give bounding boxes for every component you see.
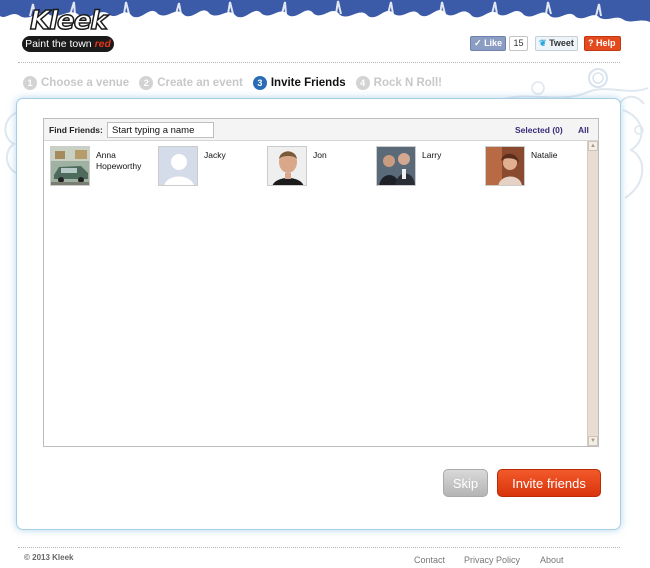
step-rock-n-roll[interactable]: 4 Rock N Roll! [355, 76, 443, 90]
friend-photo-two-men [376, 146, 416, 186]
step-number: 4 [355, 76, 370, 90]
friend-name: Jon [313, 150, 327, 160]
question-icon: ? [588, 38, 594, 48]
footer-link-contact[interactable]: Contact [414, 555, 445, 565]
friend-item-jacky[interactable]: Jacky [158, 146, 266, 188]
friend-item-natalie[interactable]: Natalie [485, 146, 593, 188]
kleek-logo[interactable]: Kleek Paint the town red [20, 5, 116, 54]
friend-picker-header: Find Friends: Selected (0) All [44, 119, 598, 141]
all-filter-link[interactable]: All [578, 125, 589, 135]
friend-name: Natalie [531, 150, 558, 160]
right-swirl-icon [622, 109, 644, 199]
logo-tagline: Paint the town red [22, 36, 114, 52]
friend-picker-panel: Find Friends: Selected (0) All Anna Hope… [43, 118, 599, 447]
friend-item-jon[interactable]: Jon [267, 146, 375, 188]
default-avatar-icon [158, 146, 198, 186]
tagline-main: Paint the town [25, 38, 95, 50]
footer-link-about[interactable]: About [540, 555, 564, 565]
invite-friends-button[interactable]: Invite friends [497, 469, 601, 497]
step-choose-venue[interactable]: 1 Choose a venue [23, 76, 129, 90]
friend-name: Anna Hopeworthy [96, 150, 142, 171]
friend-item-larry[interactable]: Larry [376, 146, 484, 188]
copyright-text: © 2013 Kleek [24, 553, 74, 562]
tagline-accent: red [94, 38, 111, 50]
friend-photo-woman [485, 146, 525, 186]
logo-wordmark: Kleek [29, 5, 108, 37]
footer-link-privacy[interactable]: Privacy Policy [464, 555, 520, 565]
header-divider [18, 62, 620, 63]
help-label: Help [596, 38, 616, 48]
step-number: 1 [23, 76, 37, 90]
step-number: 2 [139, 76, 154, 90]
step-number: 3 [252, 76, 267, 90]
like-label: Like [484, 38, 503, 48]
step-label: Create an event [157, 77, 243, 89]
footer-divider [18, 547, 620, 548]
step-label: Choose a venue [41, 77, 130, 89]
step-create-event[interactable]: 2 Create an event [139, 76, 243, 90]
scroll-up-arrow-icon[interactable]: ▲ [588, 141, 598, 151]
friend-photo-portrait [267, 146, 307, 186]
friend-photo-car [50, 146, 90, 186]
skip-button[interactable]: Skip [443, 469, 488, 497]
selected-filter-link[interactable]: Selected (0) [515, 125, 563, 135]
friend-item-anna[interactable]: Anna Hopeworthy [50, 146, 158, 188]
thumbs-up-icon: ✓ [474, 38, 482, 48]
twitter-bird-icon: ❦ [539, 38, 547, 48]
tweet-label: Tweet [549, 38, 574, 48]
scroll-down-arrow-icon[interactable]: ▼ [588, 436, 598, 446]
friend-name: Jacky [204, 150, 226, 160]
tweet-button[interactable]: ❦ Tweet [535, 36, 578, 51]
wizard-steps: 1 Choose a venue 2 Create an event 3 Inv… [23, 75, 452, 91]
friend-search-input[interactable] [107, 122, 214, 138]
step-label: Rock N Roll! [373, 77, 443, 89]
step-invite-friends[interactable]: 3 Invite Friends [252, 76, 346, 90]
friend-name: Larry [422, 150, 442, 160]
help-button[interactable]: ? Help [584, 36, 621, 51]
step-label: Invite Friends [270, 77, 346, 89]
like-count: 15 [509, 36, 528, 51]
find-friends-label: Find Friends: [49, 125, 103, 135]
facebook-like-button[interactable]: ✓ Like [470, 36, 506, 51]
friend-list-scrollbar[interactable]: ▲ ▼ [587, 141, 598, 446]
